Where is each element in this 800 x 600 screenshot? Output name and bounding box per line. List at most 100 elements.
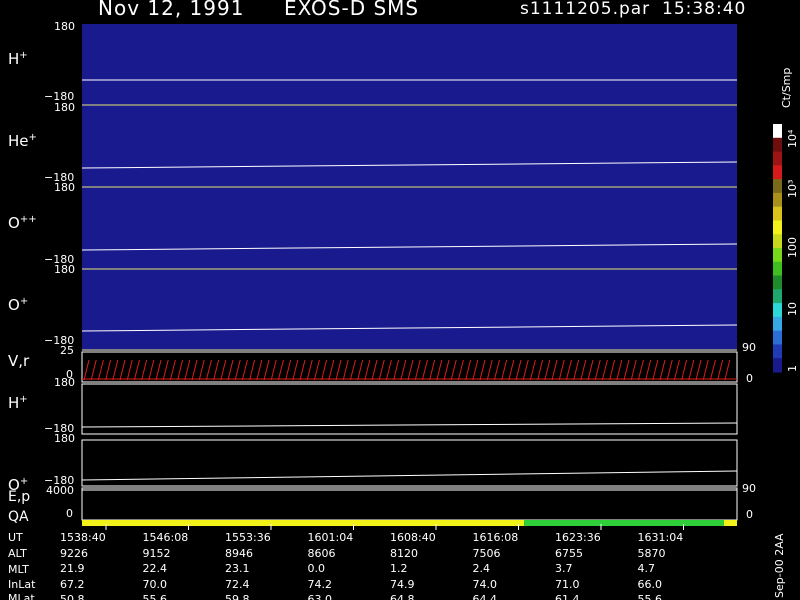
table-cell: 22.4 — [142, 562, 168, 575]
colorbar-swatch — [773, 165, 782, 180]
colorbar-swatch — [773, 179, 782, 194]
qa-segment-1 — [524, 520, 724, 526]
colorbar-tick-10000: 10⁴ — [786, 129, 799, 148]
table-cell: 50.8 — [60, 593, 85, 600]
panel-label-opp: O++ — [8, 214, 37, 232]
rtick-ep-bot: 0 — [746, 508, 753, 521]
table-cell: 70.0 — [142, 577, 168, 591]
ytick-he-top: 180 — [54, 101, 75, 114]
colorbar-tick-1000: 10³ — [786, 179, 799, 198]
ytick-h-top: 180 — [54, 20, 75, 33]
table-cell: 1601:04 — [307, 531, 354, 544]
exos-d-sms-plot: Nov 12, 1991 EXOS-D SMS s1111205.par 15:… — [0, 0, 800, 600]
table-cell: 1623:36 — [555, 531, 601, 544]
ytick-hl-top: 180 — [54, 376, 75, 389]
table-cell: 74.2 — [307, 577, 333, 591]
colorbar-unit: Ct/Smp — [780, 67, 793, 108]
ytick-ep-bot: 0 — [66, 507, 73, 520]
table-cell: 8606 — [307, 546, 336, 560]
colorbar-swatch — [773, 275, 782, 290]
table-cell: 21.9 — [60, 562, 85, 575]
colorbar-tick-100: 100 — [786, 237, 799, 258]
line-panel-frame-2 — [81, 487, 738, 521]
heatmap-panel-1 — [82, 106, 737, 186]
qa-segment-0 — [82, 520, 525, 526]
table-cell: 71.0 — [555, 577, 580, 591]
colorbar-swatch — [773, 261, 782, 277]
table-cell: 9226 — [60, 546, 88, 560]
panel-label-h: H+ — [8, 50, 28, 68]
panel-label-he: He+ — [8, 132, 37, 150]
colorbar-swatch — [773, 330, 782, 345]
colorbar-swatch — [773, 248, 782, 263]
heatmap-panel-3 — [82, 270, 737, 349]
table-cell: 55.6 — [142, 593, 168, 600]
qa-segment-2 — [723, 520, 737, 526]
ytick-vr-top: 25 — [60, 344, 74, 357]
panel-label-qa: QA — [8, 509, 29, 525]
panel-label-vr: V,r — [8, 352, 30, 370]
colorbar-swatch — [773, 303, 782, 318]
colorbar-swatch — [773, 289, 782, 304]
colorbar-swatch — [773, 234, 782, 249]
colorbar-swatch — [773, 344, 782, 359]
table-cell: 2.4 — [472, 562, 491, 575]
table-row-label-inlat: InLat — [8, 578, 36, 591]
table-cell: 1553:36 — [225, 531, 271, 544]
table-cell: 55.6 — [637, 593, 663, 600]
ytick-ep-top: 4000 — [46, 484, 74, 497]
panel-label-ep: E,p — [8, 489, 31, 505]
rtick-vr-bot: 0 — [746, 372, 753, 385]
table-cell: 63.0 — [307, 593, 333, 600]
table-cell: 7506 — [472, 546, 501, 560]
table-row-label-mlt: MLT — [8, 563, 29, 576]
table-cell: 9152 — [142, 546, 171, 560]
ytick-ol-top: 180 — [54, 432, 75, 445]
rtick-ep-top: 90 — [742, 482, 756, 495]
table-cell: 1616:08 — [472, 531, 519, 544]
table-cell: 64.4 — [472, 593, 498, 600]
table-row-label-ut: UT — [8, 531, 23, 544]
table-cell: 59.8 — [225, 593, 250, 600]
ytick-op-top: 180 — [54, 263, 75, 276]
table-cell: 1631:04 — [637, 531, 684, 544]
table-cell: 4.7 — [637, 562, 656, 575]
table-cell: 74.9 — [390, 577, 415, 591]
table-cell: 8120 — [390, 546, 418, 560]
rtick-vr-top: 90 — [742, 341, 756, 354]
table-cell: 64.8 — [390, 593, 415, 600]
colorbar-swatch — [773, 316, 782, 332]
table-cell: 6755 — [555, 546, 583, 560]
footer-stamp: Sep-00 2AA — [773, 533, 786, 598]
table-cell: 72.4 — [225, 577, 250, 591]
table-cell: 1546:08 — [142, 531, 189, 544]
table-cell: 8946 — [225, 546, 253, 560]
plot-canvas — [81, 24, 782, 530]
table-row-label-mlat: MLat — [8, 592, 35, 600]
heatmap-panel-0 — [82, 24, 737, 104]
colorbar-swatch — [773, 124, 782, 139]
colorbar-swatch — [773, 151, 782, 166]
table-row-label-alt: ALT — [8, 547, 27, 560]
colorbar-swatch — [773, 192, 782, 208]
ytick-opp-top: 180 — [54, 181, 75, 194]
colorbar-tick-10: 10 — [786, 302, 799, 316]
colorbar-swatch — [773, 137, 782, 153]
table-cell: 66.0 — [637, 577, 663, 591]
heatmap-panel-2 — [82, 188, 737, 268]
table-cell: 23.1 — [225, 562, 250, 575]
table-cell: 74.0 — [472, 577, 498, 591]
table-cell: 3.7 — [555, 562, 573, 575]
table-cell: 1608:40 — [390, 531, 436, 544]
table-cell: 1538:40 — [60, 531, 106, 544]
table-cell: 61.4 — [555, 593, 580, 600]
table-cell: 0.0 — [307, 562, 326, 575]
colorbar-swatch — [773, 358, 782, 373]
colorbar-swatch — [773, 206, 782, 221]
table-cell: 67.2 — [60, 577, 85, 591]
table-cell: 1.2 — [390, 562, 408, 575]
panel-label-op: O+ — [8, 296, 29, 314]
panel-label-h-line: H+ — [8, 394, 28, 412]
colorbar-swatch — [773, 220, 782, 235]
colorbar-tick-1: 1 — [786, 365, 799, 372]
